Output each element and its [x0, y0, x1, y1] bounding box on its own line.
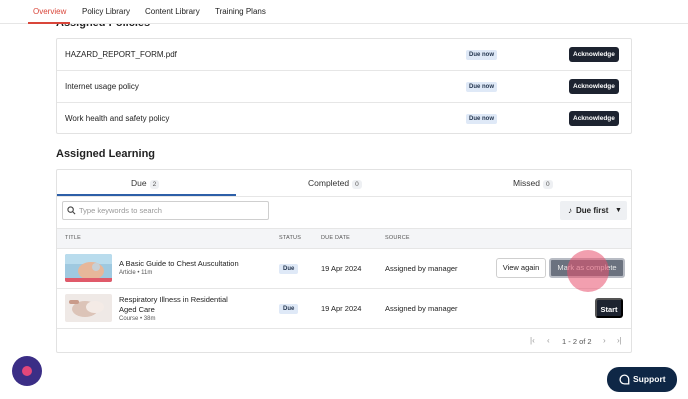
top-navigation-backdrop: Overview Policy Library Content Library … [0, 0, 688, 24]
chest-auscultation-thumbnail[interactable] [65, 254, 112, 282]
status-badge: Due [279, 304, 299, 314]
status-badge: Due now [466, 114, 497, 124]
click-indicator [567, 250, 609, 292]
pagination-range: 1 - 2 of 2 [562, 337, 592, 346]
column-title: TITLE [65, 235, 81, 241]
course-title-line-2[interactable]: Aged Care [119, 305, 155, 315]
acknowledge-button[interactable]: Acknowledge [569, 79, 619, 94]
last-page-icon[interactable]: ›| [617, 336, 622, 345]
acknowledge-button[interactable]: Acknowledge [569, 47, 619, 62]
course-title-line-1[interactable]: Respiratory Illness in Residential [119, 295, 228, 305]
chat-bubble-icon [619, 374, 630, 385]
sort-dropdown[interactable]: ♪ Due first ▼ [560, 201, 627, 220]
search-input[interactable] [79, 204, 264, 217]
policy-row: HAZARD_REPORT_FORM.pdf Due now Acknowled… [57, 39, 631, 71]
tabs-divider [57, 196, 631, 197]
tab-due-count: 2 [149, 180, 160, 189]
table-row: Respiratory Illness in Residential Aged … [57, 289, 631, 329]
table-header: TITLE STATUS DUE DATE SOURCE [57, 228, 631, 249]
policy-row: Work health and safety policy Due now Ac… [57, 103, 631, 135]
tab-content-library[interactable]: Content Library [145, 7, 200, 16]
learning-panel: Due2 Completed0 Missed0 ♪ Due first ▼ TI… [56, 169, 632, 353]
tab-missed-count: 0 [542, 180, 553, 189]
tab-completed-label: Completed [308, 178, 350, 188]
support-label: Support [633, 374, 666, 384]
policy-name[interactable]: HAZARD_REPORT_FORM.pdf [65, 50, 177, 59]
course-meta: Course • 38m [119, 316, 156, 322]
search-icon [67, 206, 76, 215]
due-date: 19 Apr 2024 [321, 264, 362, 273]
assigned-learning-heading: Assigned Learning [56, 148, 156, 160]
search-box[interactable] [62, 201, 269, 220]
tab-missed-label: Missed [513, 178, 540, 188]
status-badge: Due now [466, 50, 497, 60]
source: Assigned by manager [385, 264, 458, 273]
active-tab-indicator [28, 22, 70, 24]
start-button[interactable]: Start [595, 298, 623, 318]
policies-list: HAZARD_REPORT_FORM.pdf Due now Acknowled… [56, 38, 632, 134]
sort-label: Due first [576, 206, 609, 215]
course-meta: Article • 11m [119, 270, 153, 276]
column-source: SOURCE [385, 235, 410, 241]
status-badge: Due now [466, 82, 497, 92]
music-note-sort-icon: ♪ [568, 206, 572, 215]
support-button[interactable]: Support [607, 367, 677, 392]
tab-overview[interactable]: Overview [33, 7, 66, 16]
tab-due-label: Due [131, 178, 147, 188]
floating-assistant-button[interactable] [12, 356, 42, 386]
acknowledge-button[interactable]: Acknowledge [569, 111, 619, 126]
assistant-dot-icon [22, 366, 32, 376]
next-page-icon[interactable]: › [603, 336, 606, 345]
caret-down-icon: ▼ [615, 207, 622, 214]
status-badge: Due [279, 264, 299, 274]
tab-completed[interactable]: Completed 0 [308, 178, 362, 189]
tab-training-plans[interactable]: Training Plans [215, 7, 266, 16]
previous-page-icon[interactable]: ‹ [547, 336, 550, 345]
table-row: A Basic Guide to Chest Auscultation Arti… [57, 249, 631, 292]
first-page-icon[interactable]: |‹ [530, 336, 535, 345]
course-title[interactable]: A Basic Guide to Chest Auscultation [119, 259, 239, 269]
policy-row: Internet usage policy Due now Acknowledg… [57, 71, 631, 103]
policy-name[interactable]: Internet usage policy [65, 82, 139, 91]
respiratory-illness-thumbnail[interactable] [65, 294, 112, 322]
tab-policy-library[interactable]: Policy Library [82, 7, 130, 16]
view-again-button[interactable]: View again [496, 258, 546, 278]
column-status: STATUS [279, 235, 302, 241]
tab-due[interactable]: Due 2 [131, 178, 160, 189]
due-date: 19 Apr 2024 [321, 304, 362, 313]
policy-name[interactable]: Work health and safety policy [65, 114, 169, 123]
tab-completed-count: 0 [352, 180, 362, 189]
source: Assigned by manager [385, 304, 458, 313]
column-due-date: DUE DATE [321, 235, 351, 241]
tab-missed[interactable]: Missed 0 [513, 178, 553, 189]
